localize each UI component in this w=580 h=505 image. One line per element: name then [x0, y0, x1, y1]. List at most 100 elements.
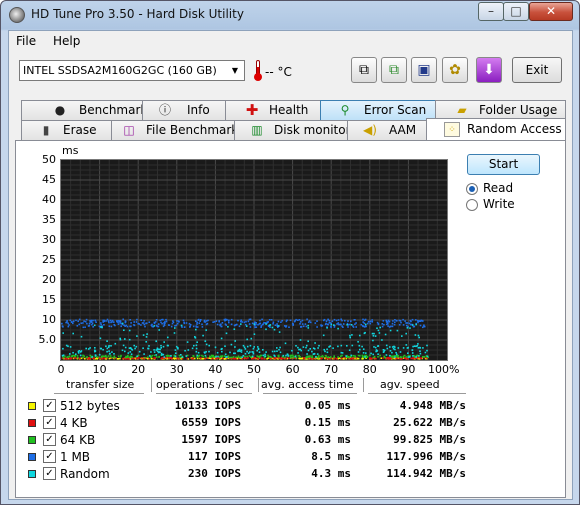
tab-random-access[interactable]: ⁘ Random Access	[426, 118, 566, 140]
data-point	[340, 344, 343, 347]
ops-value: 6559 IOPS	[181, 416, 241, 429]
y-axis-unit: ms	[62, 144, 79, 157]
data-point	[174, 325, 176, 327]
copy-text-button[interactable]: ⧉	[351, 57, 377, 83]
data-point	[220, 325, 223, 328]
chevron-down-icon[interactable]: ▼	[227, 62, 243, 79]
tab-disk-monitor-label: Disk monitor	[274, 123, 351, 137]
series-checkbox[interactable]: ✓	[43, 450, 56, 463]
tab-info[interactable]: ⓘ Info	[142, 100, 226, 120]
data-point	[95, 354, 97, 357]
data-point	[230, 323, 233, 326]
data-point	[195, 328, 197, 331]
tab-aam[interactable]: ◀) AAM	[347, 120, 427, 140]
data-point	[340, 318, 342, 321]
data-point	[409, 327, 411, 329]
tab-folder-usage[interactable]: ▰ Folder Usage	[435, 100, 566, 120]
data-point	[405, 358, 407, 360]
data-point	[89, 320, 91, 322]
data-point	[388, 320, 391, 323]
series-checkbox[interactable]: ✓	[43, 467, 56, 480]
data-point	[186, 357, 189, 360]
data-point	[170, 355, 172, 357]
data-point	[141, 322, 144, 324]
download-button[interactable]: ⬇	[476, 57, 502, 83]
tab-disk-monitor[interactable]: ▥ Disk monitor	[234, 120, 351, 140]
data-point	[406, 327, 409, 329]
data-point	[417, 356, 419, 359]
data-point	[363, 322, 366, 324]
data-point	[66, 320, 68, 322]
data-point	[246, 345, 249, 348]
data-point	[426, 349, 428, 352]
data-point	[376, 327, 378, 329]
exit-button[interactable]: Exit	[512, 57, 562, 83]
data-point	[373, 346, 375, 348]
data-point	[284, 356, 286, 359]
data-point	[76, 325, 79, 327]
data-point	[174, 352, 177, 354]
data-point	[417, 334, 420, 337]
data-point	[326, 351, 329, 354]
data-point	[109, 319, 112, 322]
minimize-button[interactable]: –	[478, 2, 504, 21]
data-point	[253, 346, 255, 348]
data-point	[300, 326, 302, 328]
data-point	[201, 323, 203, 326]
data-point	[203, 321, 206, 323]
data-point	[298, 354, 300, 357]
data-point	[121, 322, 124, 325]
data-point	[394, 346, 396, 348]
data-point	[369, 322, 372, 325]
erase-icon: ▮	[42, 123, 50, 137]
drive-select[interactable]: INTEL SSDSA2M160G2GC (160 GB) ▼	[19, 60, 245, 81]
maximize-button[interactable]: □	[503, 2, 529, 21]
data-point	[396, 320, 398, 322]
data-point	[117, 323, 120, 325]
options-button[interactable]: ✿	[442, 57, 468, 83]
menu-help[interactable]: Help	[53, 34, 80, 48]
data-point	[246, 355, 248, 358]
data-point	[138, 350, 141, 353]
data-point	[413, 345, 416, 347]
data-point	[325, 320, 328, 323]
data-point	[399, 351, 402, 353]
data-point	[290, 354, 292, 357]
tab-benchmark[interactable]: ● Benchmark	[21, 100, 147, 120]
data-point	[327, 318, 329, 321]
copy-screenshot-button[interactable]: ⧉	[381, 57, 407, 83]
data-point	[69, 346, 72, 348]
health-icon: ✚	[245, 101, 259, 119]
tab-erase[interactable]: ▮ Erase	[21, 120, 112, 140]
series-checkbox[interactable]: ✓	[43, 416, 56, 429]
data-point	[145, 336, 148, 338]
menu-file[interactable]: File	[16, 34, 36, 48]
data-point	[247, 352, 250, 354]
random-access-scatter-plot	[60, 159, 448, 361]
write-radio-circle[interactable]	[466, 199, 478, 211]
write-radio[interactable]: Write	[466, 197, 546, 213]
data-point	[85, 347, 87, 350]
tab-error-scan[interactable]: ⚲ Error Scan	[320, 100, 436, 120]
close-button[interactable]: ✕	[529, 2, 573, 21]
series-checkbox[interactable]: ✓	[43, 399, 56, 412]
data-point	[410, 320, 412, 323]
data-point	[415, 319, 417, 321]
tab-health[interactable]: ✚ Health	[225, 100, 321, 120]
data-point	[354, 355, 356, 357]
series-checkbox[interactable]: ✓	[43, 433, 56, 446]
data-point	[412, 345, 414, 348]
tab-file-benchmark[interactable]: ◫ File Benchmark	[111, 120, 238, 140]
read-radio-circle[interactable]	[466, 183, 478, 195]
results-row: ✓ 512 bytes 10133 IOPS 0.05 ms 4.948 MB/s	[26, 398, 466, 415]
data-point	[406, 357, 409, 360]
start-button[interactable]: Start	[467, 154, 540, 175]
data-point	[370, 352, 372, 355]
title-bar[interactable]: HD Tune Pro 3.50 - Hard Disk Utility – □…	[1, 1, 579, 29]
read-radio[interactable]: Read	[466, 181, 546, 197]
data-point	[150, 357, 153, 360]
data-point	[192, 357, 194, 360]
save-button[interactable]: ▣	[411, 57, 437, 83]
data-point	[265, 323, 267, 325]
data-point	[295, 345, 297, 347]
